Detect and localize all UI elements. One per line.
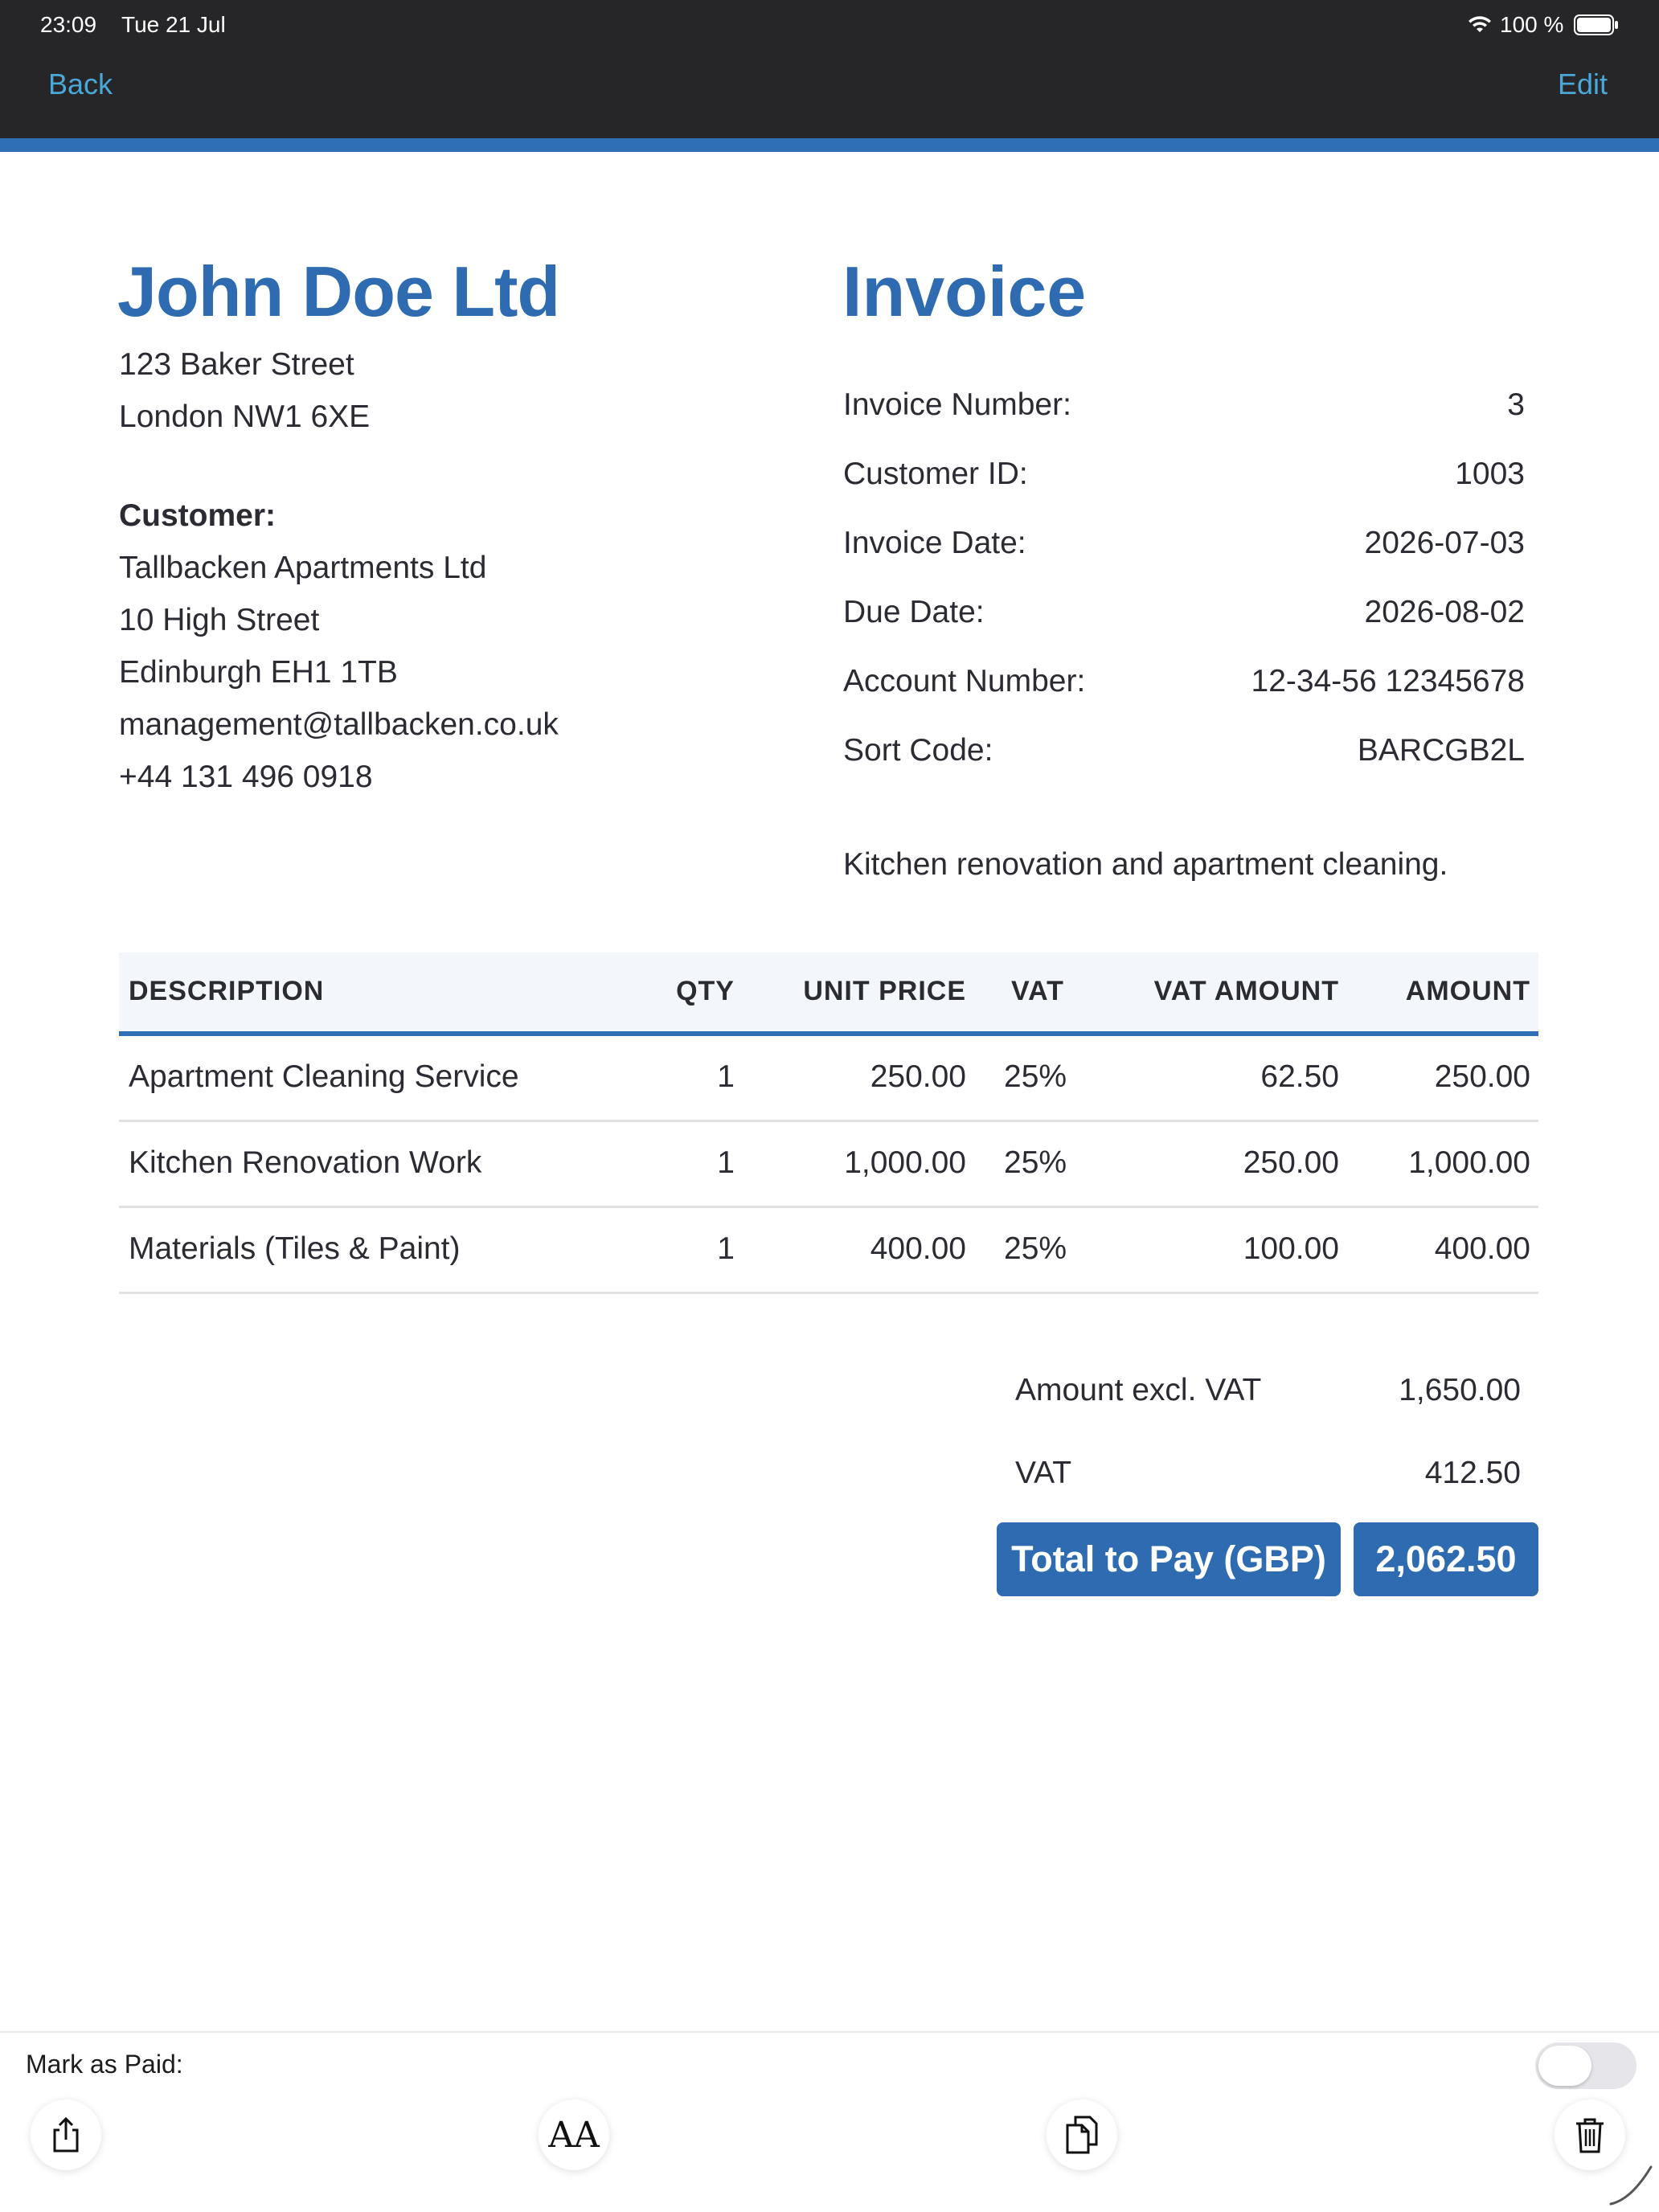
row-unit-price: 250.00 <box>870 1059 966 1094</box>
invoice-date-label: Invoice Date: <box>843 526 1026 560</box>
sort-code-value: BARCGB2L <box>1357 733 1525 768</box>
status-time: 23:09 <box>40 12 97 37</box>
edit-button[interactable]: Edit <box>1558 68 1608 101</box>
header-qty: QTY <box>676 976 735 1006</box>
font-size-icon: AA <box>548 2114 600 2156</box>
row-vat: 25% <box>1004 1059 1067 1094</box>
bottom-bar-divider <box>0 2031 1659 2033</box>
back-button[interactable]: Back <box>48 68 113 101</box>
customer-street: 10 High Street <box>119 603 320 637</box>
row-amount: 1,000.00 <box>1408 1145 1530 1180</box>
row-vat-amount: 62.50 <box>1260 1059 1339 1094</box>
row-vat: 25% <box>1004 1145 1067 1180</box>
header-vat-amount: VAT AMOUNT <box>1153 976 1339 1006</box>
row-unit-price: 400.00 <box>870 1231 966 1266</box>
customer-id-value: 1003 <box>1455 457 1525 491</box>
share-icon <box>53 2116 79 2153</box>
toggle-knob <box>1538 2046 1591 2086</box>
row-qty: 1 <box>717 1231 735 1266</box>
vat-total-label: VAT <box>1015 1456 1072 1490</box>
mark-as-paid-label: Mark as Paid: <box>26 2050 183 2079</box>
invoice-number-value: 3 <box>1507 387 1525 422</box>
row-divider <box>119 1206 1538 1208</box>
customer-phone: +44 131 496 0918 <box>119 760 373 794</box>
header-vat: VAT <box>1011 976 1064 1006</box>
row-divider <box>119 1120 1538 1122</box>
row-description: Apartment Cleaning Service <box>129 1059 519 1094</box>
header-amount: AMOUNT <box>1405 976 1530 1006</box>
share-button[interactable] <box>31 2099 101 2170</box>
amount-excl-vat-value: 1,650.00 <box>1399 1373 1521 1407</box>
invoice-date-value: 2026-07-03 <box>1364 526 1526 560</box>
row-vat-amount: 250.00 <box>1243 1145 1339 1180</box>
total-to-pay-label: Total to Pay (GBP) <box>997 1522 1341 1596</box>
customer-email: management@tallbacken.co.uk <box>119 707 559 742</box>
vat-total-value: 412.50 <box>1424 1456 1521 1490</box>
battery-percent: 100 % <box>1500 12 1564 37</box>
invoice-title: Invoice <box>842 252 1087 331</box>
customer-id-label: Customer ID: <box>843 457 1028 491</box>
account-number-value: 12-34-56 12345678 <box>1251 664 1525 698</box>
due-date-label: Due Date: <box>843 595 985 629</box>
customer-city: Edinburgh EH1 1TB <box>119 655 398 690</box>
header-description: DESCRIPTION <box>129 976 325 1006</box>
company-address-line2: London NW1 6XE <box>119 399 371 434</box>
row-unit-price: 1,000.00 <box>844 1145 966 1180</box>
customer-heading: Customer: <box>119 498 276 533</box>
due-date-value: 2026-08-02 <box>1364 595 1526 629</box>
invoice-note: Kitchen renovation and apartment cleanin… <box>843 847 1448 882</box>
row-qty: 1 <box>717 1059 735 1094</box>
navigation-bar <box>0 0 1659 138</box>
sort-code-label: Sort Code: <box>843 733 993 768</box>
row-description: Kitchen Renovation Work <box>129 1145 482 1180</box>
copy-icon <box>1066 2116 1098 2154</box>
row-vat: 25% <box>1004 1231 1067 1266</box>
wifi-icon <box>1469 16 1491 32</box>
row-description: Materials (Tiles & Paint) <box>129 1231 461 1266</box>
company-address-line1: 123 Baker Street <box>119 347 354 382</box>
battery-icon <box>1574 14 1618 35</box>
header-unit-price: UNIT PRICE <box>803 976 966 1006</box>
customer-name: Tallbacken Apartments Ltd <box>119 551 487 585</box>
total-to-pay-value: 2,062.50 <box>1354 1522 1538 1596</box>
duplicate-button[interactable] <box>1047 2099 1117 2170</box>
accent-stripe <box>0 138 1659 152</box>
amount-excl-vat-label: Amount excl. VAT <box>1015 1373 1262 1407</box>
company-name: John Doe Ltd <box>117 252 560 331</box>
row-amount: 400.00 <box>1434 1231 1530 1266</box>
row-amount: 250.00 <box>1434 1059 1530 1094</box>
trash-icon <box>1576 2118 1604 2153</box>
font-size-button[interactable]: AA <box>539 2099 609 2170</box>
row-divider <box>119 1292 1538 1294</box>
status-date: Tue 21 Jul <box>121 12 226 37</box>
resize-handle-icon <box>1609 2165 1653 2206</box>
table-header-divider <box>119 1031 1538 1036</box>
row-qty: 1 <box>717 1145 735 1180</box>
row-vat-amount: 100.00 <box>1243 1231 1339 1266</box>
invoice-number-label: Invoice Number: <box>843 387 1071 422</box>
